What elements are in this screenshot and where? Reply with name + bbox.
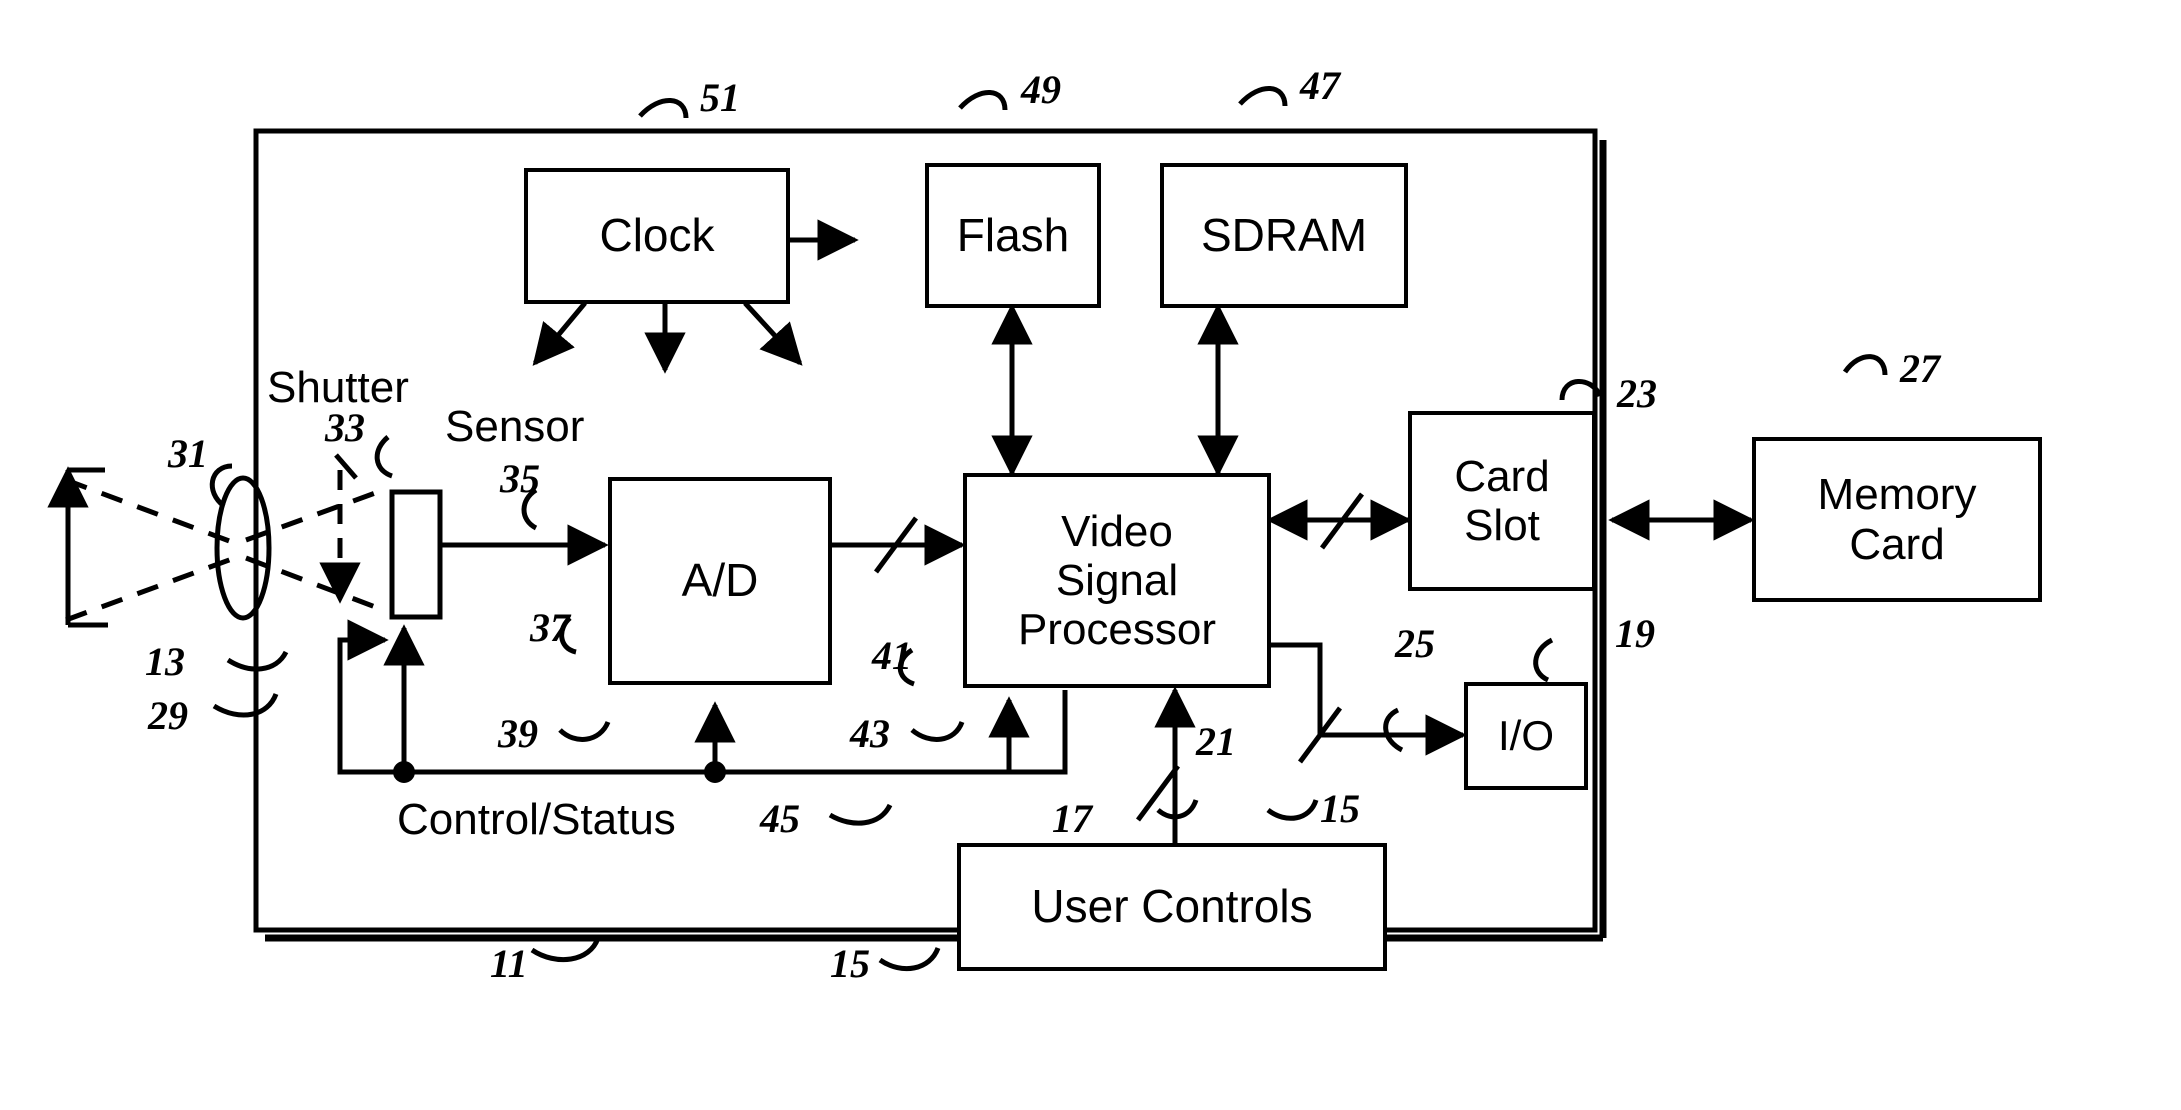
label-sensor: Sensor bbox=[445, 402, 585, 451]
block-card-slot[interactable]: Card Slot bbox=[1408, 411, 1596, 591]
block-memory-card[interactable]: Memory Card bbox=[1752, 437, 2042, 602]
ref-35: 35 bbox=[500, 456, 540, 501]
block-sdram-label: SDRAM bbox=[1200, 208, 1368, 261]
block-user-controls-label: User Controls bbox=[1031, 880, 1313, 933]
ref-13: 13 bbox=[145, 639, 185, 684]
block-flash[interactable]: Flash bbox=[925, 163, 1101, 308]
ref-39: 39 bbox=[498, 711, 538, 756]
ref-51: 51 bbox=[700, 75, 740, 120]
ref-15-top: 15 bbox=[1320, 786, 1360, 831]
ref-41: 41 bbox=[872, 633, 912, 678]
ref-47: 47 bbox=[1300, 63, 1340, 108]
block-clock[interactable]: Clock bbox=[524, 168, 790, 304]
block-io-label: I/O bbox=[1497, 712, 1554, 760]
ref-29: 29 bbox=[148, 693, 188, 738]
ref-25: 25 bbox=[1395, 621, 1435, 666]
ref-33: 33 bbox=[325, 405, 365, 450]
block-video-signal-processor[interactable]: Video Signal Processor bbox=[963, 473, 1271, 688]
block-sdram[interactable]: SDRAM bbox=[1160, 163, 1408, 308]
label-control-status: Control/Status bbox=[397, 795, 676, 844]
block-memory-card-label: Memory Card bbox=[1817, 470, 1977, 569]
block-io[interactable]: I/O bbox=[1464, 682, 1588, 790]
block-flash-label: Flash bbox=[956, 208, 1070, 261]
ref-49: 49 bbox=[1021, 67, 1061, 112]
ref-17: 17 bbox=[1052, 796, 1092, 841]
block-ad-converter-label: A/D bbox=[681, 554, 759, 607]
ref-11: 11 bbox=[490, 941, 528, 986]
ref-43: 43 bbox=[850, 711, 890, 756]
figure-canvas: Clock Flash SDRAM A/D Video Signal Proce… bbox=[0, 0, 2181, 1110]
ref-27: 27 bbox=[1900, 346, 1940, 391]
block-video-signal-processor-label: Video Signal Processor bbox=[1017, 506, 1217, 655]
ref-15-bottom: 15 bbox=[830, 941, 870, 986]
ref-19: 19 bbox=[1615, 611, 1655, 656]
block-card-slot-label: Card Slot bbox=[1454, 451, 1550, 550]
block-user-controls[interactable]: User Controls bbox=[957, 843, 1387, 971]
block-clock-label: Clock bbox=[599, 209, 715, 262]
block-ad-converter[interactable]: A/D bbox=[608, 477, 832, 685]
ref-23: 23 bbox=[1617, 371, 1657, 416]
ref-37: 37 bbox=[530, 605, 570, 650]
ref-45: 45 bbox=[760, 796, 800, 841]
ref-21: 21 bbox=[1196, 719, 1236, 764]
ref-31: 31 bbox=[168, 431, 208, 476]
